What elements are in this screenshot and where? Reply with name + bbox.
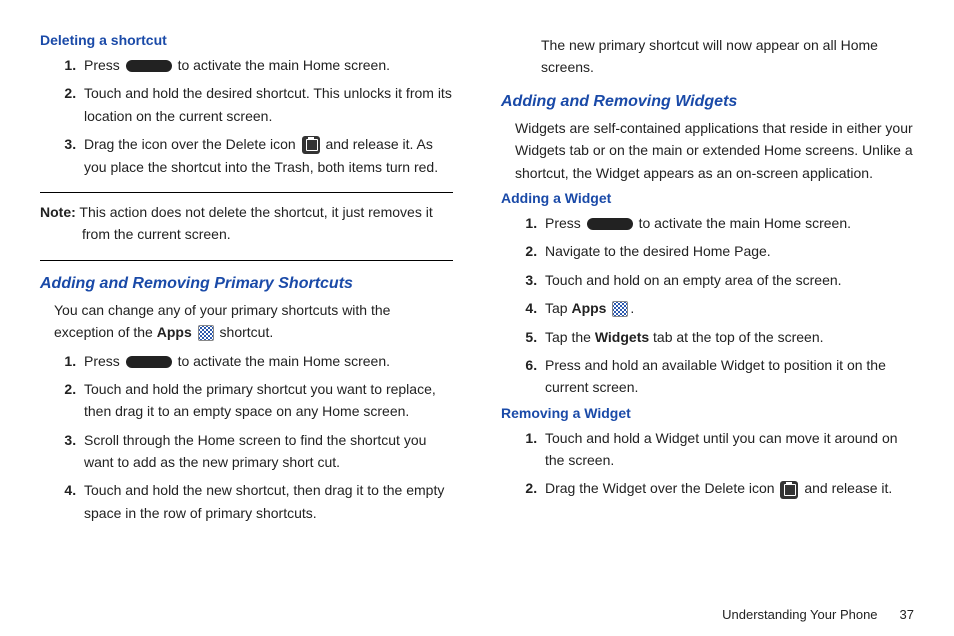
heading-primary-shortcuts: Adding and Removing Primary Shortcuts xyxy=(40,275,453,293)
text: and release it. xyxy=(800,480,892,496)
text: to activate the main Home screen. xyxy=(635,215,851,231)
step: Touch and hold the new shortcut, then dr… xyxy=(80,479,453,524)
list-deleting-shortcut: Press to activate the main Home screen. … xyxy=(40,54,453,178)
step: Press and hold an available Widget to po… xyxy=(541,354,914,399)
step: Press to activate the main Home screen. xyxy=(80,54,453,76)
heading-deleting-shortcut: Deleting a shortcut xyxy=(40,32,453,48)
text: to activate the main Home screen. xyxy=(174,57,390,73)
step: Tap Apps . xyxy=(541,297,914,319)
text: shortcut. xyxy=(216,324,274,340)
apps-icon xyxy=(612,301,628,317)
step: Touch and hold on an empty area of the s… xyxy=(541,269,914,291)
step: Touch and hold a Widget until you can mo… xyxy=(541,427,914,472)
text: . xyxy=(630,300,634,316)
list-primary-shortcuts: Press to activate the main Home screen. … xyxy=(40,350,453,525)
continuation-text: The new primary shortcut will now appear… xyxy=(541,34,914,79)
note-text: This action does not delete the shortcut… xyxy=(76,204,433,242)
list-removing-widget: Touch and hold a Widget until you can mo… xyxy=(501,427,914,500)
apps-icon xyxy=(198,325,214,341)
text: Tap xyxy=(545,300,571,316)
note: Note: This action does not delete the sh… xyxy=(40,201,453,246)
step: Tap the Widgets tab at the top of the sc… xyxy=(541,326,914,348)
step: Press to activate the main Home screen. xyxy=(541,212,914,234)
step: Drag the icon over the Delete icon and r… xyxy=(80,133,453,178)
step: Scroll through the Home screen to find t… xyxy=(80,429,453,474)
apps-word: Apps xyxy=(571,300,606,316)
text: tab at the top of the screen. xyxy=(649,329,823,345)
text: Drag the icon over the Delete icon xyxy=(84,136,300,152)
home-button-icon xyxy=(587,218,633,230)
step: Touch and hold the desired shortcut. Thi… xyxy=(80,82,453,127)
widgets-word: Widgets xyxy=(595,329,649,345)
step: Press to activate the main Home screen. xyxy=(80,350,453,372)
text: Tap the xyxy=(545,329,595,345)
heading-removing-widget: Removing a Widget xyxy=(501,405,914,421)
text: Press xyxy=(545,215,585,231)
divider xyxy=(40,192,453,193)
trash-icon xyxy=(302,136,320,154)
footer-section: Understanding Your Phone xyxy=(722,607,877,622)
home-button-icon xyxy=(126,60,172,72)
heading-widgets: Adding and Removing Widgets xyxy=(501,93,914,111)
list-adding-widget: Press to activate the main Home screen. … xyxy=(501,212,914,399)
intro-text: Widgets are self-contained applications … xyxy=(515,117,914,184)
intro-text: You can change any of your primary short… xyxy=(54,299,453,344)
apps-word: Apps xyxy=(157,324,192,340)
right-column: The new primary shortcut will now appear… xyxy=(501,28,914,530)
text: Press xyxy=(84,57,124,73)
note-label: Note: xyxy=(40,204,76,220)
page-body: Deleting a shortcut Press to activate th… xyxy=(0,0,954,540)
left-column: Deleting a shortcut Press to activate th… xyxy=(40,28,453,530)
page-footer: Understanding Your Phone 37 xyxy=(722,607,914,622)
step: Drag the Widget over the Delete icon and… xyxy=(541,477,914,499)
text: Drag the Widget over the Delete icon xyxy=(545,480,778,496)
trash-icon xyxy=(780,481,798,499)
step: Touch and hold the primary shortcut you … xyxy=(80,378,453,423)
step: Navigate to the desired Home Page. xyxy=(541,240,914,262)
text: to activate the main Home screen. xyxy=(174,353,390,369)
text: Press xyxy=(84,353,124,369)
home-button-icon xyxy=(126,356,172,368)
heading-adding-widget: Adding a Widget xyxy=(501,190,914,206)
divider xyxy=(40,260,453,261)
page-number: 37 xyxy=(900,607,914,622)
